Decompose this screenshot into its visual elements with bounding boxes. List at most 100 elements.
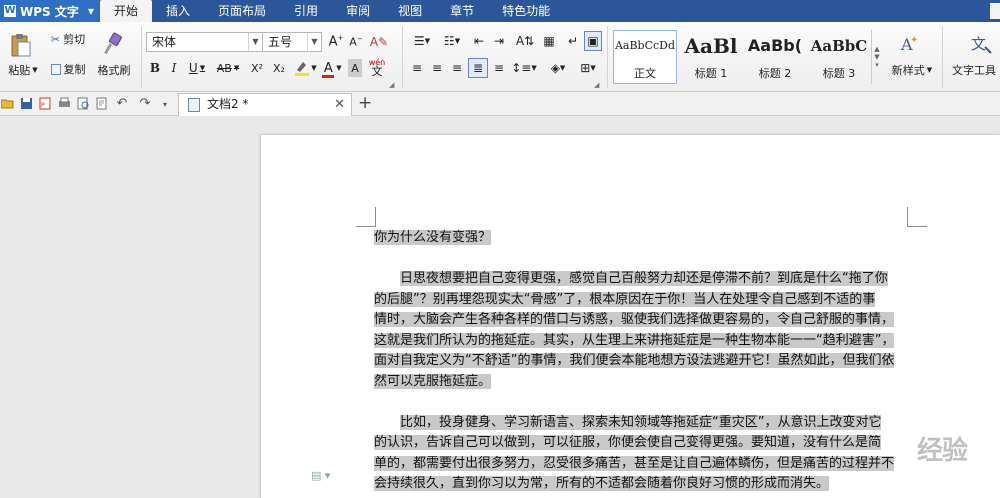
tab-home[interactable]: 开始: [100, 0, 153, 22]
clear-format-button[interactable]: A✎: [369, 32, 389, 52]
app-menu-button[interactable]: W WPS 文字 ▼: [0, 0, 100, 22]
close-icon[interactable]: ✕: [334, 94, 345, 115]
document-page[interactable]: 你为什么没有变强？ 日思夜想要把自己变得更强，感觉自己百般努力却还是停滞不前？到…: [260, 134, 1000, 498]
font-color-icon: A: [322, 61, 335, 78]
paragraph-dialog-launcher[interactable]: ◢: [594, 81, 599, 89]
page-view-button[interactable]: ▣: [584, 31, 602, 51]
italic-button[interactable]: I: [166, 59, 182, 77]
undo-icon[interactable]: ↶: [115, 95, 129, 111]
bold-button[interactable]: B: [147, 59, 163, 77]
align-center-button[interactable]: ≡: [428, 59, 446, 77]
text-direction-icon: A⇅: [515, 34, 535, 48]
chevron-down-icon: ▼: [874, 53, 880, 61]
page-icon: ▣: [587, 34, 599, 48]
window-controls[interactable]: [990, 3, 1000, 19]
format-painter-icon[interactable]: [99, 30, 125, 58]
print-icon[interactable]: [58, 97, 71, 110]
grow-font-button[interactable]: A+: [327, 32, 345, 52]
tab-references[interactable]: 引用: [280, 0, 332, 22]
style-sample: AaBb(: [747, 36, 803, 55]
tab-chapter[interactable]: 章节: [436, 0, 488, 22]
text-tools-button[interactable]: 文字工具: [952, 62, 1000, 78]
tab-insert[interactable]: 插入: [152, 0, 204, 22]
ribbon: 粘贴 ▼ ✂ 剪切 复制 格式刷 宋体 ▼ 五号 ▼ A+ A− A✎ B I U ▼ A…: [0, 22, 1000, 92]
justify-button[interactable]: ≣: [468, 58, 488, 78]
customize-quick-access-icon[interactable]: ▾: [158, 96, 172, 112]
bullets-button[interactable]: ☰ ▼: [408, 32, 436, 50]
phonetic-guide-button[interactable]: wén 文: [365, 54, 389, 80]
paragraph-line: 然可以克服拖延症。: [374, 373, 492, 389]
tab-page-layout[interactable]: 页面布局: [204, 0, 280, 22]
grow-font-icon: A+: [328, 34, 344, 50]
tab-view[interactable]: 视图: [384, 0, 436, 22]
open-folder-icon[interactable]: [1, 97, 14, 110]
paragraph-line: 比如，投身健身、学习新语言、探索未知领域等拖延症“重灾区”，从意识上改变对它: [400, 414, 882, 430]
styles-scroll[interactable]: ▲ ▼ ▾: [871, 30, 882, 84]
decrease-indent-button[interactable]: ⇤: [470, 32, 488, 50]
svg-text:✦: ✦: [910, 35, 918, 46]
copy-button[interactable]: 复制: [46, 60, 90, 78]
align-right-button[interactable]: ≡: [448, 59, 466, 77]
ribbon-divider: [607, 26, 608, 88]
line-spacing-button[interactable]: ↕≡ ▼: [510, 59, 538, 77]
document-tab[interactable]: 文档2 * ✕: [178, 93, 352, 116]
underline-label: U: [188, 61, 198, 75]
paste-label: 粘贴: [8, 64, 31, 77]
paragraph-line: 会持续很久，直到你习以为常，所有的不适都会随着你良好习惯的形成而消失。: [374, 476, 830, 491]
new-style-button[interactable]: 新样式 ▼: [886, 62, 938, 78]
highlight-button[interactable]: ▼: [291, 58, 319, 78]
bullet-list-icon: ☰: [413, 34, 425, 48]
page-layout-float-icon[interactable]: ▤ ▾: [311, 469, 330, 482]
paste-icon[interactable]: [8, 30, 34, 60]
redo-icon[interactable]: ↷: [138, 95, 152, 111]
align-right-icon: ≡: [451, 61, 463, 75]
eraser-icon: A✎: [369, 35, 389, 49]
paragraph-2: 比如，投身健身、学习新语言、探索未知领域等拖延症“重灾区”，从意识上改变对它 的…: [374, 413, 909, 495]
numbering-button[interactable]: ☷ ▼: [438, 32, 466, 50]
menu-bar: W WPS 文字 ▼ 开始 插入 页面布局 引用 审阅 视图 章节 特色功能: [0, 0, 1000, 22]
font-name-select[interactable]: 宋体 ▼: [146, 32, 263, 52]
document-body[interactable]: 你为什么没有变强？ 日思夜想要把自己变得更强，感觉自己百般努力却还是停滞不前？到…: [374, 228, 909, 498]
preview-icon[interactable]: [96, 97, 109, 110]
export-pdf-icon[interactable]: P: [39, 97, 52, 110]
underline-button[interactable]: U ▼: [185, 59, 209, 77]
tab-review[interactable]: 审阅: [332, 0, 384, 22]
subscript-button[interactable]: X₂: [269, 59, 289, 77]
show-marks-button[interactable]: ↵: [564, 32, 582, 50]
new-style-icon[interactable]: A ✦: [896, 32, 924, 56]
table-button[interactable]: ▦: [540, 32, 558, 50]
new-tab-button[interactable]: +: [358, 93, 372, 113]
font-color-button[interactable]: A ▼: [319, 58, 345, 78]
shrink-font-icon: A−: [349, 35, 363, 49]
style-heading-3[interactable]: AaBbC 标题 3: [807, 30, 871, 84]
superscript-button[interactable]: X²: [247, 59, 267, 77]
shading-button[interactable]: ◈ ▼: [544, 59, 572, 77]
paint-bucket-icon: ◈: [550, 61, 560, 75]
format-painter-button[interactable]: 格式刷: [92, 62, 136, 78]
save-icon[interactable]: [20, 97, 33, 110]
document-tab-title: 文档2 *: [207, 97, 249, 111]
strikethrough-button[interactable]: AB ▼: [213, 59, 243, 77]
text-direction-button[interactable]: A⇅: [512, 32, 538, 50]
paste-button[interactable]: 粘贴 ▼: [4, 62, 42, 78]
style-heading-1[interactable]: AaBl 标题 1: [679, 30, 743, 84]
style-normal[interactable]: AaBbCcDd 正文: [613, 30, 677, 84]
increase-indent-button[interactable]: ⇥: [490, 32, 508, 50]
paragraph-1: 日思夜想要把自己变得更强，感觉自己百般努力却还是停滞不前？到底是什么“拖了你 的…: [374, 269, 909, 392]
font-size-select[interactable]: 五号 ▼: [262, 32, 322, 52]
style-heading-2[interactable]: AaBb( 标题 2: [743, 30, 807, 84]
text-tools-icon[interactable]: 文: [968, 32, 994, 56]
align-center-icon: ≡: [431, 61, 443, 75]
shrink-font-button[interactable]: A−: [347, 32, 365, 52]
justify-icon: ≣: [472, 61, 484, 75]
font-dialog-launcher[interactable]: ◢: [389, 81, 394, 89]
char-shading-button[interactable]: A: [348, 59, 362, 77]
tab-special-features[interactable]: 特色功能: [488, 0, 564, 22]
font-name-value: 宋体: [152, 35, 177, 49]
align-left-button[interactable]: ≡: [408, 59, 426, 77]
document-workspace[interactable]: 你为什么没有变强？ 日思夜想要把自己变得更强，感觉自己百般努力却还是停滞不前？到…: [0, 117, 1000, 498]
borders-button[interactable]: ⊞ ▼: [574, 59, 602, 77]
distributed-button[interactable]: ≡: [490, 59, 508, 77]
cut-button[interactable]: ✂ 剪切: [46, 30, 90, 48]
print-preview-icon[interactable]: [77, 97, 90, 110]
